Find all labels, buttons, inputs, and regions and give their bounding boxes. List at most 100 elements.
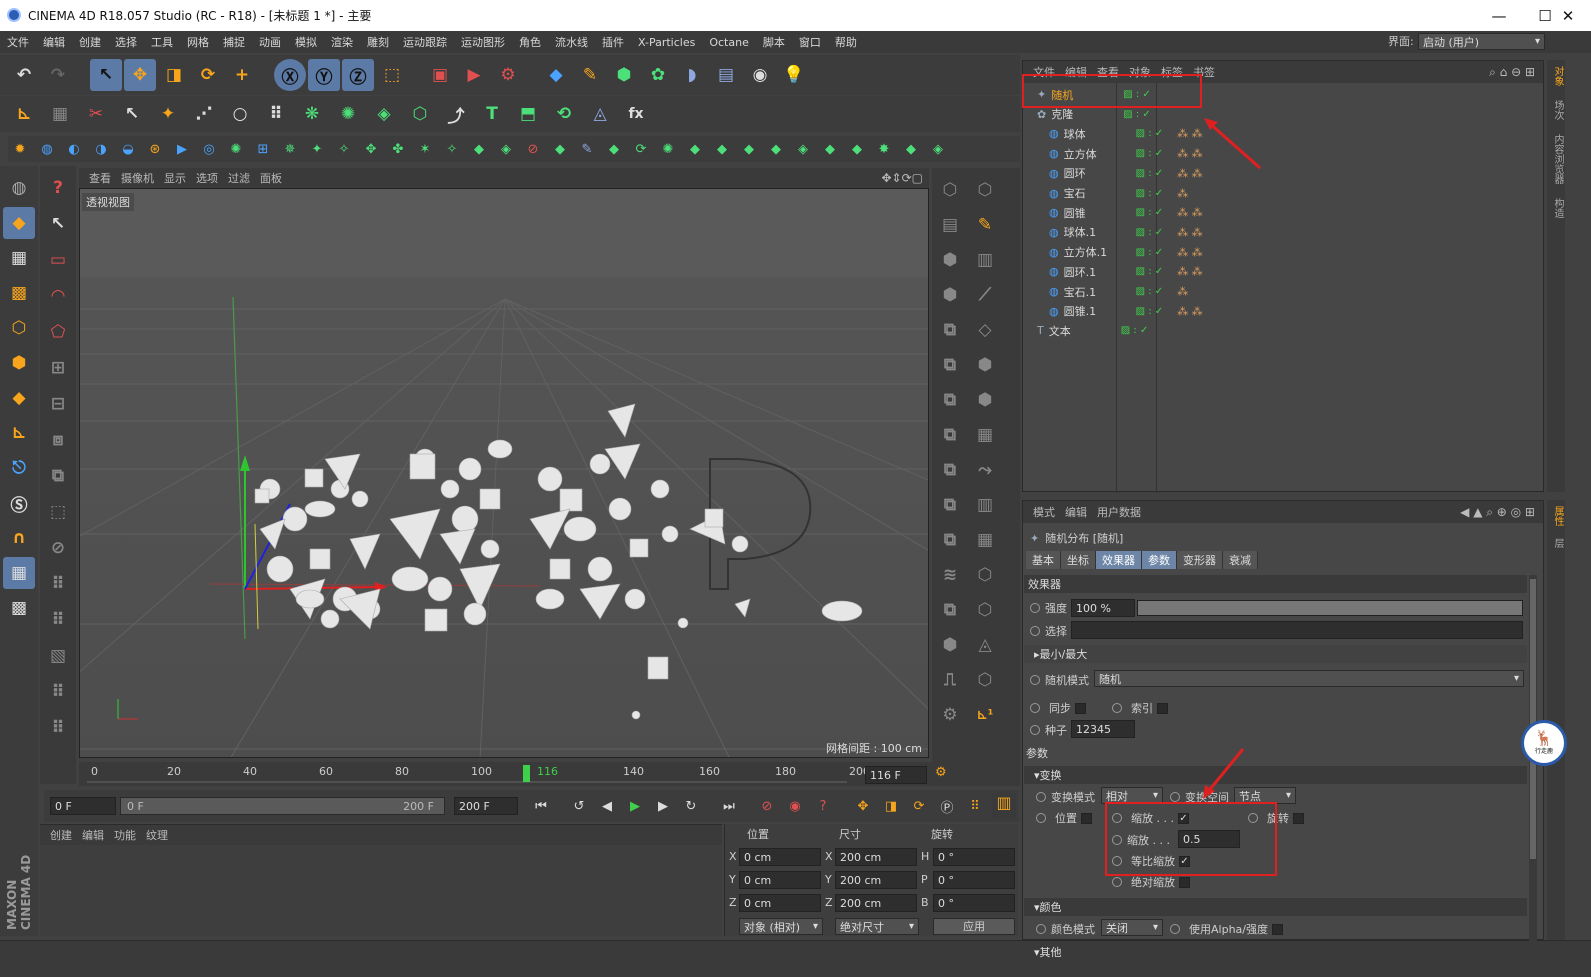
help-icon[interactable]: ? — [42, 172, 74, 204]
tag-icon[interactable]: ⁂ — [1177, 187, 1188, 200]
object-row[interactable]: ◍ 宝石 ▨ : ✓ ⁂ — [1023, 184, 1541, 203]
visibility-check-icon[interactable]: ▨ : ✓ — [1136, 188, 1164, 199]
side-tool-14-icon[interactable]: ⬢ — [969, 384, 1001, 416]
coord-rotation-field[interactable]: 0 ° — [933, 871, 1015, 889]
xp-22-icon[interactable]: ◆ — [845, 137, 869, 161]
xp-14-icon[interactable]: ⟳ — [629, 137, 653, 161]
redo-icon[interactable]: ↷ — [42, 59, 74, 91]
select-field[interactable] — [1071, 621, 1523, 639]
visibility-check-icon[interactable]: ▨ : ✓ — [1136, 286, 1164, 297]
brush-icon[interactable]: ✦ — [152, 98, 184, 130]
menu-item[interactable]: 帮助 — [828, 34, 864, 50]
menu-item[interactable]: 窗口 — [792, 34, 828, 50]
key-position-icon[interactable]: ✥ — [850, 793, 876, 819]
xp-18-icon[interactable]: ◆ — [737, 137, 761, 161]
object-row[interactable]: ◍ 宝石.1 ▨ : ✓ ⁂ — [1023, 282, 1541, 301]
coord-position-field[interactable]: 0 cm — [739, 848, 821, 866]
xparticles-icon[interactable]: ✹ — [8, 137, 32, 161]
workplane-icon[interactable]: ▦ — [44, 98, 76, 130]
make-editable-icon[interactable]: ◍ — [3, 172, 35, 204]
rotate-tool-icon[interactable]: ⟳ — [192, 59, 224, 91]
apply-button[interactable]: 应用 — [933, 918, 1015, 935]
tool-3-icon[interactable]: ⧈ — [42, 424, 74, 456]
deformer-icon[interactable]: ◗ — [676, 59, 708, 91]
visibility-check-icon[interactable]: ▨ : ✓ — [1123, 109, 1151, 120]
menu-item[interactable]: 脚本 — [756, 34, 792, 50]
visibility-check-icon[interactable]: ▨ : ✓ — [1136, 168, 1164, 179]
material-menu-create[interactable]: 创建 — [50, 827, 72, 843]
extrude-icon[interactable]: ⬒ — [512, 98, 544, 130]
side-tab-objects[interactable]: 对象 — [1550, 66, 1565, 86]
poly-select-icon[interactable]: ⬠ — [42, 316, 74, 348]
tag-icon[interactable]: ⁂ ⁂ — [1177, 206, 1203, 219]
size-mode-select[interactable]: 绝对尺寸 — [835, 918, 919, 935]
select-tool-icon[interactable]: ↖ — [90, 59, 122, 91]
prev-key-icon[interactable]: ↺ — [566, 793, 592, 819]
visibility-check-icon[interactable]: ▨ : ✓ — [1136, 207, 1164, 218]
xp-16-icon[interactable]: ◆ — [683, 137, 707, 161]
viewport-menu-view[interactable]: 查看 — [89, 170, 111, 186]
position-radio[interactable] — [1036, 813, 1046, 823]
xp-physical-icon[interactable]: ◎ — [197, 137, 221, 161]
side-tab-attributes[interactable]: 属性 — [1550, 506, 1565, 526]
rect-select-icon[interactable]: ▭ — [42, 244, 74, 276]
tool-11-icon[interactable]: ⠿ — [42, 712, 74, 744]
xp-19-icon[interactable]: ◆ — [764, 137, 788, 161]
xp-8-icon[interactable]: ◆ — [467, 137, 491, 161]
menu-item[interactable]: 编辑 — [36, 34, 72, 50]
viewport-menu-panel[interactable]: 面板 — [260, 170, 282, 186]
fx-icon[interactable]: fx — [620, 98, 652, 130]
coord-rotation-field[interactable]: 0 ° — [933, 894, 1015, 912]
edge-mode-icon[interactable]: ○ — [224, 98, 256, 130]
side-tool-1-icon[interactable]: ⬡ — [934, 174, 966, 206]
matrix-icon[interactable]: ◈ — [368, 98, 400, 130]
floor-icon[interactable]: ▤ — [710, 59, 742, 91]
attribute-tab[interactable]: 效果器 — [1096, 551, 1142, 569]
side-tab-layers[interactable]: 层 — [1550, 538, 1565, 548]
section-color[interactable]: ▾ 颜色 — [1024, 898, 1527, 916]
tool-6-icon[interactable]: ⊘ — [42, 532, 74, 564]
side-tool-5-icon[interactable]: ⬢ — [934, 244, 966, 276]
xp-spawn-icon[interactable]: ✺ — [224, 137, 248, 161]
point-mode-icon[interactable]: ⋰ — [188, 98, 220, 130]
menu-item[interactable]: 雕刻 — [360, 34, 396, 50]
timeline-playhead[interactable] — [522, 765, 530, 782]
undo-icon[interactable]: ↶ — [8, 59, 40, 91]
record-icon[interactable]: ⊘ — [754, 793, 780, 819]
tool-7-icon[interactable]: ⠿ — [42, 568, 74, 600]
xp-10-icon[interactable]: ⊘ — [521, 137, 545, 161]
menu-item[interactable]: 工具 — [144, 34, 180, 50]
cloner-icon[interactable]: ✿ — [642, 59, 674, 91]
polygons-mode-icon[interactable]: ◆ — [3, 382, 35, 414]
transform-mode-radio[interactable] — [1036, 792, 1046, 802]
points-mode-icon[interactable]: ⬡ — [3, 312, 35, 344]
attribute-tab[interactable]: 变形器 — [1177, 551, 1223, 569]
section-minmax[interactable]: ▸ 最小/最大 — [1024, 645, 1527, 663]
tag-icon[interactable]: ⁂ ⁂ — [1177, 305, 1203, 318]
xp-7-icon[interactable]: ✧ — [440, 137, 464, 161]
select-anim-radio[interactable] — [1030, 626, 1040, 636]
tool-5-icon[interactable]: ⬚ — [42, 496, 74, 528]
side-tool-3-icon[interactable]: ▤ — [934, 209, 966, 241]
sync-radio[interactable] — [1030, 703, 1040, 713]
close-button[interactable]: ✕ — [1545, 0, 1591, 31]
menu-item[interactable]: 文件 — [0, 34, 36, 50]
model-mode-icon[interactable]: ◆ — [3, 207, 35, 239]
menu-item[interactable]: 运动图形 — [454, 34, 512, 50]
minimize-button[interactable]: — — [1476, 0, 1522, 31]
z-axis-icon[interactable]: Ⓩ — [342, 59, 374, 91]
side-tool-17-icon[interactable]: ⧉ — [934, 454, 966, 486]
transform-space-radio[interactable] — [1170, 792, 1180, 802]
object-row[interactable]: ◍ 立方体 ▨ : ✓ ⁂ ⁂ — [1023, 144, 1541, 163]
workplane-lock-icon[interactable]: ▦ — [3, 557, 35, 589]
layout-select[interactable]: 启动 (用户) — [1418, 33, 1545, 50]
next-frame-icon[interactable]: ▶ — [650, 793, 676, 819]
start-frame-field[interactable]: 0 F — [50, 797, 116, 815]
visibility-check-icon[interactable]: ▨ : ✓ — [1121, 325, 1149, 336]
polygon-mode-icon[interactable]: ⠿ — [260, 98, 292, 130]
xp-modifier-icon[interactable]: ▶ — [170, 137, 194, 161]
key-param-icon[interactable]: Ⓟ — [934, 793, 960, 819]
menu-item[interactable]: 角色 — [512, 34, 548, 50]
side-tool-16-icon[interactable]: ▦ — [969, 419, 1001, 451]
coordinate-system-icon[interactable]: ⬚ — [376, 59, 408, 91]
